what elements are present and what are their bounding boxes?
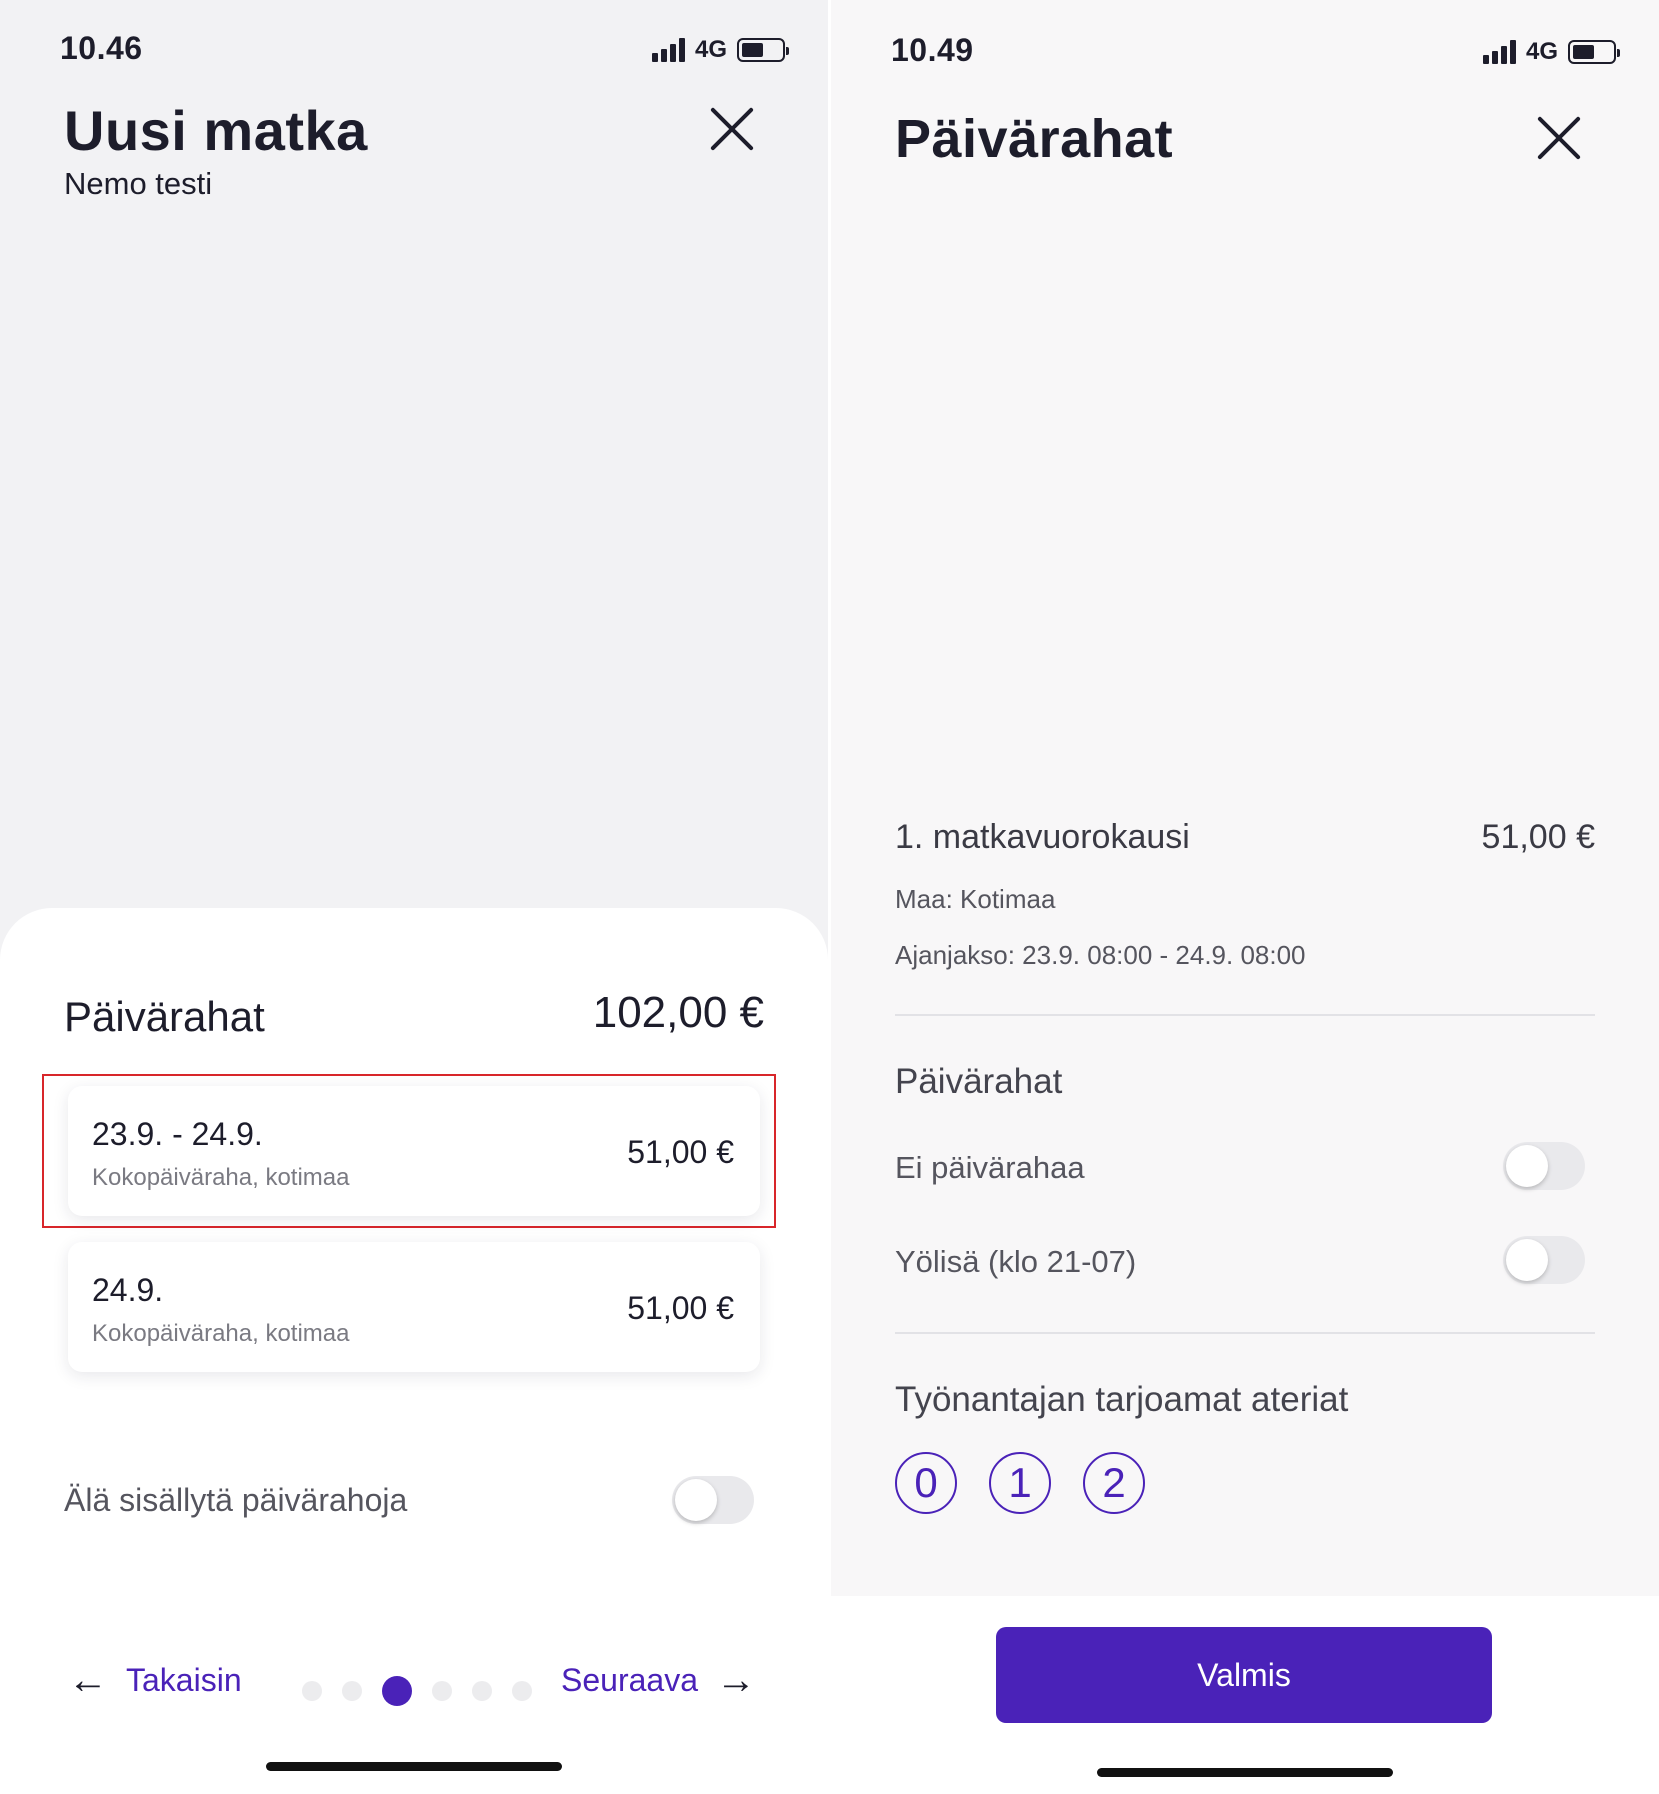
- step-dot[interactable]: [432, 1681, 452, 1701]
- next-label: Seuraava: [561, 1661, 698, 1698]
- divider: [895, 1014, 1595, 1016]
- network-label: 4G: [1526, 38, 1559, 65]
- exclude-allowances-label: Älä sisällytä päivärahoja: [64, 1482, 408, 1518]
- night-allowance-label: Yölisä (klo 21-07): [895, 1244, 1137, 1279]
- step-dot[interactable]: [302, 1681, 322, 1701]
- meals-heading: Työnantajan tarjoamat ateriat: [895, 1380, 1349, 1419]
- allowance-date: 23.9. - 24.9.: [92, 1116, 263, 1152]
- back-label: Takaisin: [126, 1661, 242, 1698]
- signal-icon: [1483, 40, 1516, 64]
- arrow-right-icon: →: [716, 1658, 756, 1702]
- page-title: Uusi matka: [64, 99, 368, 162]
- no-allowance-label: Ei päivärahaa: [895, 1150, 1085, 1185]
- home-indicator: [266, 1762, 562, 1771]
- step-dot[interactable]: [472, 1681, 492, 1701]
- next-button[interactable]: Seuraava →: [561, 1660, 756, 1700]
- allowances-sheet: Päivärahat 102,00 € 23.9. - 24.9. Kokopä…: [0, 908, 828, 1608]
- battery-icon: [1568, 40, 1621, 64]
- step-dot[interactable]: [512, 1681, 532, 1701]
- allowance-card[interactable]: 24.9. Kokopäiväraha, kotimaa 51,00 €: [68, 1242, 760, 1372]
- allowances-title: Päivärahat: [64, 993, 265, 1040]
- night-allowance-toggle[interactable]: [1503, 1236, 1585, 1284]
- status-indicators: 4G: [652, 36, 790, 64]
- status-time: 10.49: [891, 32, 974, 68]
- bottom-bar: Valmis: [831, 1596, 1659, 1794]
- right-screen: 10.49 4G Päivärahat 1. matkavuorokausi 5…: [831, 0, 1659, 1794]
- divider: [895, 1332, 1595, 1334]
- allowance-date: 24.9.: [92, 1272, 164, 1308]
- meal-option-0[interactable]: 0: [895, 1452, 957, 1514]
- battery-icon: [737, 38, 790, 62]
- back-button[interactable]: ← Takaisin: [68, 1660, 242, 1700]
- close-icon[interactable]: [709, 106, 755, 152]
- meals-selector: 0 1 2: [895, 1452, 1145, 1514]
- signal-icon: [652, 38, 685, 62]
- status-indicators: 4G: [1483, 38, 1621, 66]
- done-button[interactable]: Valmis: [996, 1627, 1492, 1723]
- home-indicator: [1097, 1768, 1393, 1777]
- period-text: Ajanjakso: 23.9. 08:00 - 24.9. 08:00: [895, 940, 1306, 970]
- allowance-amount: 51,00 €: [627, 1290, 734, 1326]
- allowance-description: Kokopäiväraha, kotimaa: [92, 1320, 350, 1347]
- arrow-left-icon: ←: [68, 1658, 108, 1702]
- step-dot-active[interactable]: [382, 1676, 412, 1706]
- no-allowance-toggle[interactable]: [1503, 1142, 1585, 1190]
- step-dot[interactable]: [342, 1681, 362, 1701]
- allowances-heading: Päivärahat: [895, 1062, 1063, 1101]
- allowance-description: Kokopäiväraha, kotimaa: [92, 1164, 350, 1191]
- meal-option-1[interactable]: 1: [989, 1452, 1051, 1514]
- allowance-amount: 51,00 €: [627, 1134, 734, 1170]
- country-text: Maa: Kotimaa: [895, 884, 1056, 914]
- page-subtitle: Nemo testi: [64, 166, 213, 201]
- travel-day-amount: 51,00 €: [1481, 818, 1595, 856]
- status-time: 10.46: [60, 30, 143, 66]
- page-title: Päivärahat: [895, 109, 1174, 169]
- exclude-allowances-toggle[interactable]: [672, 1476, 754, 1524]
- network-label: 4G: [695, 36, 728, 63]
- meal-option-2[interactable]: 2: [1083, 1452, 1145, 1514]
- step-indicator: [302, 1676, 532, 1706]
- allowances-total: 102,00 €: [592, 988, 764, 1037]
- left-screen: 10.46 4G Uusi matka Nemo testi Päiväraha…: [0, 0, 828, 1794]
- close-icon[interactable]: [1536, 115, 1582, 161]
- allowance-card[interactable]: 23.9. - 24.9. Kokopäiväraha, kotimaa 51,…: [68, 1086, 760, 1216]
